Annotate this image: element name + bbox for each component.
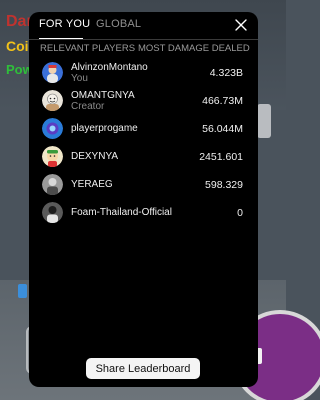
leaderboard-row[interactable]: AlvinzonMontano You 4.323B: [29, 62, 258, 86]
most-damage-header: MOST DAMAGE DEALED: [138, 43, 250, 54]
avatar-swirl-icon: [42, 118, 63, 139]
tab-global[interactable]: GLOBAL: [96, 18, 141, 30]
player-tag: Creator: [71, 101, 105, 112]
leaderboard-row[interactable]: OMANTGNYA Creator 466.73M: [29, 90, 258, 114]
avatar-gray-icon: [42, 174, 63, 195]
player-name: OMANTGNYA: [71, 90, 135, 101]
player-name: DEXYNYA: [71, 151, 119, 162]
leaderboard-row[interactable]: playerprogame 56.044M: [29, 118, 258, 142]
hud-item-chip[interactable]: [18, 284, 27, 298]
player-damage: 56.044M: [202, 123, 243, 135]
relevant-players-header: RELEVANT PLAYERS: [40, 43, 136, 54]
share-leaderboard-button[interactable]: Share Leaderboard: [86, 358, 200, 379]
tabs-divider: [29, 39, 258, 40]
leaderboard-row[interactable]: DEXYNYA 2451.601: [29, 146, 258, 170]
tab-for-you[interactable]: FOR YOU: [39, 18, 90, 30]
avatar-cartoon-icon: [42, 146, 63, 167]
player-damage: 2451.601: [199, 151, 243, 163]
close-icon: [235, 19, 247, 31]
leaderboard-row[interactable]: YERAEG 598.329: [29, 174, 258, 198]
close-button[interactable]: [233, 17, 249, 33]
avatar-face-icon: [42, 90, 63, 111]
side-panel-tab[interactable]: [257, 104, 271, 138]
avatar-dark-icon: [42, 202, 63, 223]
avatar-blue-icon: [42, 62, 63, 83]
player-name: Foam-Thailand-Official: [71, 207, 172, 218]
player-damage: 0: [237, 207, 243, 219]
player-damage: 466.73M: [202, 95, 243, 107]
player-name: playerprogame: [71, 123, 138, 134]
leaderboard-row[interactable]: Foam-Thailand-Official 0: [29, 202, 258, 226]
leaderboard-tabs: FOR YOU GLOBAL: [29, 12, 258, 42]
player-name: AlvinzonMontano: [71, 62, 148, 73]
leaderboard-modal: FOR YOU GLOBAL RELEVANT PLAYERS MOST DAM…: [29, 12, 258, 387]
player-damage: 598.329: [205, 179, 243, 191]
player-damage: 4.323B: [209, 67, 243, 79]
player-name: YERAEG: [71, 179, 113, 190]
player-tag: You: [71, 73, 88, 84]
